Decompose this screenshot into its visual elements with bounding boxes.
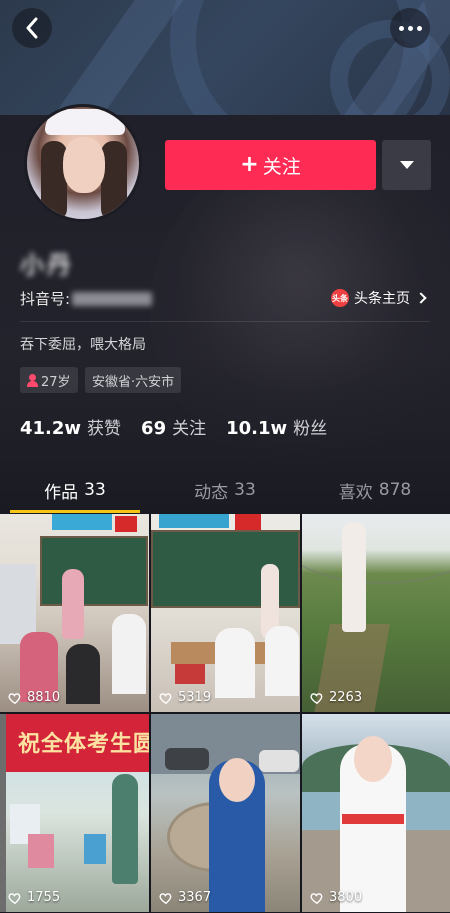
heart-icon (8, 692, 21, 704)
like-count: 8810 (8, 690, 60, 705)
location-tag: 安徽省·六安市 (85, 367, 182, 393)
stat-value: 10.1w (226, 418, 288, 439)
back-button[interactable] (12, 8, 52, 48)
like-count: 2263 (310, 690, 362, 705)
heart-icon (8, 892, 21, 904)
video-thumbnail[interactable]: 3367 (151, 714, 300, 912)
content-tabs: 作品 33 动态 33 喜欢 878 (0, 466, 450, 514)
toutiao-homepage-link[interactable]: 头条 头条主页 (331, 288, 427, 308)
like-count-value: 3367 (178, 890, 212, 905)
nickname: 小丹 (20, 251, 74, 279)
banner-decoration (30, 0, 190, 115)
like-count: 1755 (8, 890, 60, 905)
follow-button[interactable]: + 关注 (165, 140, 376, 190)
female-icon (27, 373, 38, 387)
video-thumbnail[interactable]: 2263 (302, 514, 450, 712)
toutiao-label: 头条主页 (354, 291, 410, 307)
age-text: 27岁 (41, 374, 71, 390)
stat-following[interactable]: 69 关注 (141, 414, 206, 439)
stat-label: 粉丝 (293, 419, 328, 439)
tab-likes[interactable]: 喜欢 878 (300, 466, 450, 514)
douyin-id: 抖音号: xxxxxxxx (20, 288, 153, 309)
active-tab-indicator (10, 510, 140, 513)
video-thumbnail[interactable]: 8810 (0, 514, 149, 712)
stat-value: 41.2w (20, 418, 82, 439)
video-thumbnail[interactable]: 5319 (151, 514, 300, 712)
like-count: 3367 (159, 890, 211, 905)
profile-banner (0, 0, 450, 115)
chevron-right-icon (415, 292, 427, 304)
recommend-dropdown-button[interactable] (382, 140, 431, 190)
chevron-left-icon (26, 17, 38, 39)
stat-likes[interactable]: 41.2w 获赞 (20, 414, 121, 439)
stat-label: 获赞 (87, 419, 122, 439)
banner-sign-text: 祝全体考生圆 (18, 732, 149, 757)
stats-row: 41.2w 获赞 69 关注 10.1w 粉丝 (20, 414, 347, 439)
video-thumbnail[interactable]: 祝全体考生圆 1755 (0, 714, 149, 912)
tab-dynamics[interactable]: 动态 33 (150, 466, 300, 514)
heart-icon (310, 892, 323, 904)
tab-count: 33 (84, 480, 106, 500)
tab-label: 喜欢 (338, 482, 373, 503)
tab-works[interactable]: 作品 33 (0, 466, 150, 514)
like-count-value: 1755 (27, 890, 61, 905)
heart-icon (310, 692, 323, 704)
more-dots-icon (398, 25, 422, 31)
video-grid: 8810 5319 2263 祝全体考生圆 1755 3367 3800 (0, 514, 450, 913)
like-count: 5319 (159, 690, 211, 705)
heart-icon (159, 892, 172, 904)
tab-count: 33 (234, 480, 256, 500)
avatar[interactable] (24, 104, 142, 222)
location-text: 安徽省·六安市 (92, 374, 175, 390)
plus-icon: + (240, 152, 259, 177)
caret-down-icon (399, 161, 414, 169)
age-tag: 27岁 (20, 367, 78, 393)
douyin-id-label: 抖音号: (20, 290, 71, 308)
tab-label: 作品 (44, 482, 79, 503)
stat-label: 关注 (172, 419, 207, 439)
like-count-value: 2263 (329, 690, 363, 705)
heart-icon (159, 692, 172, 704)
douyin-id-value: xxxxxxxx (72, 291, 153, 306)
tab-count: 878 (378, 480, 412, 500)
like-count-value: 3800 (329, 890, 363, 905)
more-button[interactable] (390, 8, 430, 48)
like-count: 3800 (310, 890, 362, 905)
toutiao-icon: 头条 (331, 289, 349, 307)
video-thumbnail[interactable]: 3800 (302, 714, 450, 912)
divider (20, 321, 430, 322)
stat-value: 69 (141, 418, 167, 439)
stat-followers[interactable]: 10.1w 粉丝 (226, 414, 327, 439)
like-count-value: 5319 (178, 690, 212, 705)
like-count-value: 8810 (27, 690, 61, 705)
bio: 吞下委屈，喂大格局 (20, 337, 146, 353)
follow-label: 关注 (262, 155, 301, 178)
tab-label: 动态 (194, 482, 229, 503)
